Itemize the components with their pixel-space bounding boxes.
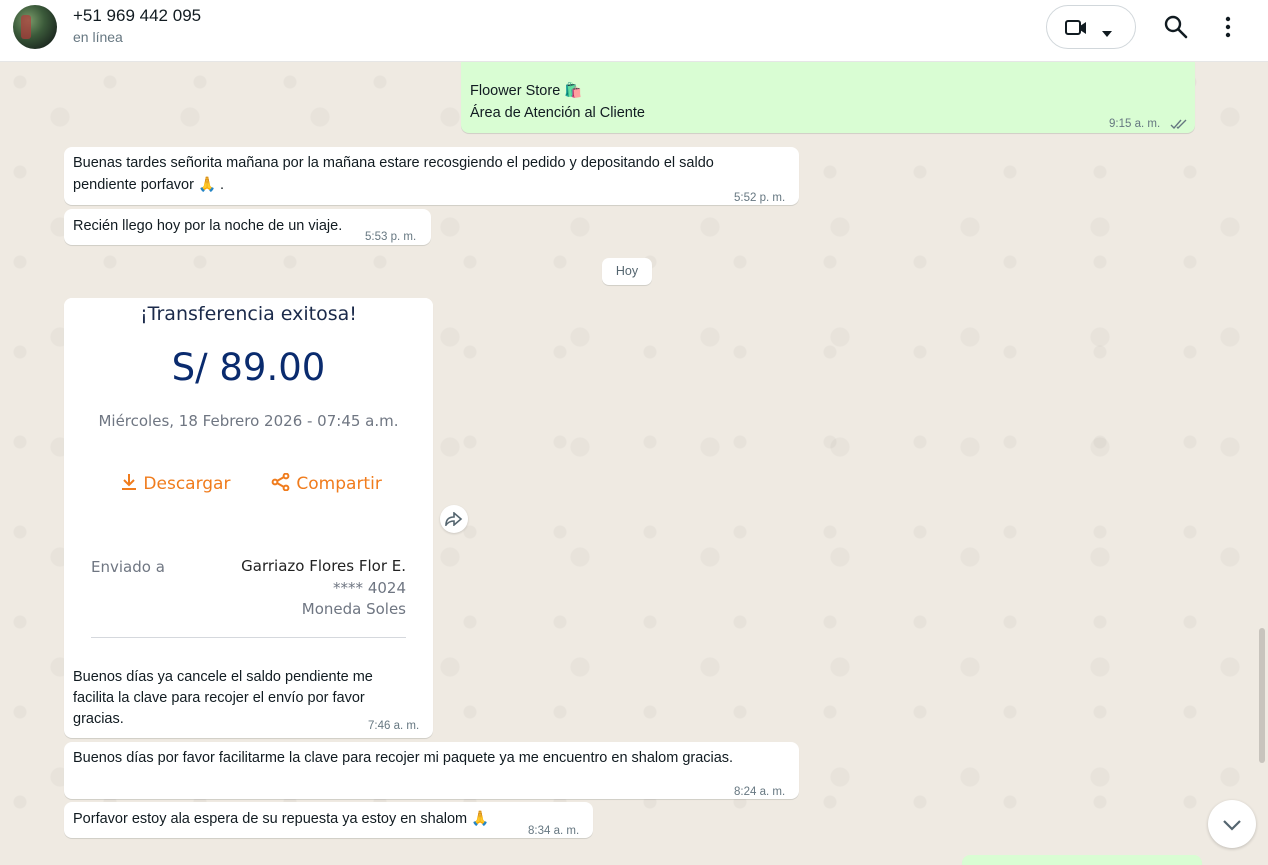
receipt-amount: S/ 89.00 bbox=[171, 346, 326, 389]
more-vertical-icon[interactable] bbox=[1218, 14, 1238, 40]
share-label: Compartir bbox=[296, 474, 382, 494]
receipt-date: Miércoles, 18 Febrero 2026 - 07:45 a.m. bbox=[98, 412, 399, 430]
message-bubble-outgoing[interactable]: Floower Store 🛍️ Área de Atención al Cli… bbox=[461, 62, 1195, 133]
message-text: gracias. bbox=[73, 711, 124, 727]
divider bbox=[91, 637, 406, 638]
message-text: Floower Store 🛍️ bbox=[470, 83, 583, 99]
message-time: 9:15 a. m. bbox=[1109, 118, 1161, 130]
message-text: Buenas tardes señorita mañana por la mañ… bbox=[73, 155, 714, 171]
double-check-icon bbox=[1170, 115, 1188, 137]
message-text: facilita la clave para recojer el envío … bbox=[73, 690, 365, 706]
message-time: 7:46 a. m. bbox=[368, 720, 420, 732]
message-bubble-incoming[interactable]: Buenas tardes señorita mañana por la mañ… bbox=[64, 147, 799, 205]
recipient-account: **** 4024 bbox=[333, 579, 406, 597]
forward-button[interactable] bbox=[440, 505, 468, 533]
chat-header: +51 969 442 095 en línea bbox=[0, 0, 1268, 62]
video-camera-icon bbox=[1065, 18, 1087, 43]
contact-status: en línea bbox=[73, 29, 123, 45]
message-time: 8:24 a. m. bbox=[734, 786, 786, 798]
message-text: Buenos días por favor facilitarme la cla… bbox=[73, 750, 734, 766]
message-time: 8:34 a. m. bbox=[528, 825, 580, 837]
message-bubble-outgoing[interactable] bbox=[962, 855, 1202, 865]
receipt-image[interactable]: ¡Transferencia exitosa! S/ 89.00 Miércol… bbox=[64, 298, 433, 658]
sent-to-label: Enviado a bbox=[91, 558, 165, 576]
download-icon bbox=[120, 474, 143, 494]
contact-avatar[interactable] bbox=[13, 5, 57, 49]
video-call-button[interactable] bbox=[1046, 5, 1136, 49]
message-bubble-incoming[interactable]: Buenos días por favor facilitarme la cla… bbox=[64, 742, 799, 799]
message-time: 5:52 p. m. bbox=[734, 192, 786, 204]
chevron-down-icon bbox=[1102, 24, 1112, 42]
forward-icon bbox=[445, 511, 463, 531]
message-time: 5:53 p. m. bbox=[365, 231, 417, 243]
message-text: Recién llego hoy por la noche de un viaj… bbox=[73, 218, 343, 234]
receipt-title: ¡Transferencia exitosa! bbox=[140, 303, 357, 325]
receipt-share: Compartir bbox=[271, 472, 382, 494]
scroll-to-bottom-button[interactable] bbox=[1208, 800, 1256, 848]
message-bubble-incoming[interactable]: Recién llego hoy por la noche de un viaj… bbox=[64, 209, 431, 245]
message-bubble-incoming[interactable]: Porfavor estoy ala espera de su repuesta… bbox=[64, 802, 593, 838]
chevron-down-icon bbox=[1222, 818, 1242, 836]
message-text: pendiente porfavor 🙏 . bbox=[73, 177, 225, 193]
message-text: Buenos días ya cancele el saldo pendient… bbox=[73, 669, 373, 685]
download-label: Descargar bbox=[143, 474, 231, 494]
scrollbar[interactable] bbox=[1259, 628, 1265, 763]
message-text: Porfavor estoy ala espera de su repuesta… bbox=[73, 811, 490, 827]
currency-label: Moneda Soles bbox=[301, 600, 406, 618]
date-separator: Hoy bbox=[602, 258, 652, 285]
receipt-download: Descargar bbox=[120, 473, 230, 494]
message-text: Área de Atención al Cliente bbox=[470, 105, 645, 121]
recipient-name: Garriazo Flores Flor E. bbox=[241, 557, 406, 575]
share-icon bbox=[271, 472, 296, 494]
search-icon[interactable] bbox=[1163, 14, 1189, 40]
contact-name[interactable]: +51 969 442 095 bbox=[73, 6, 201, 26]
